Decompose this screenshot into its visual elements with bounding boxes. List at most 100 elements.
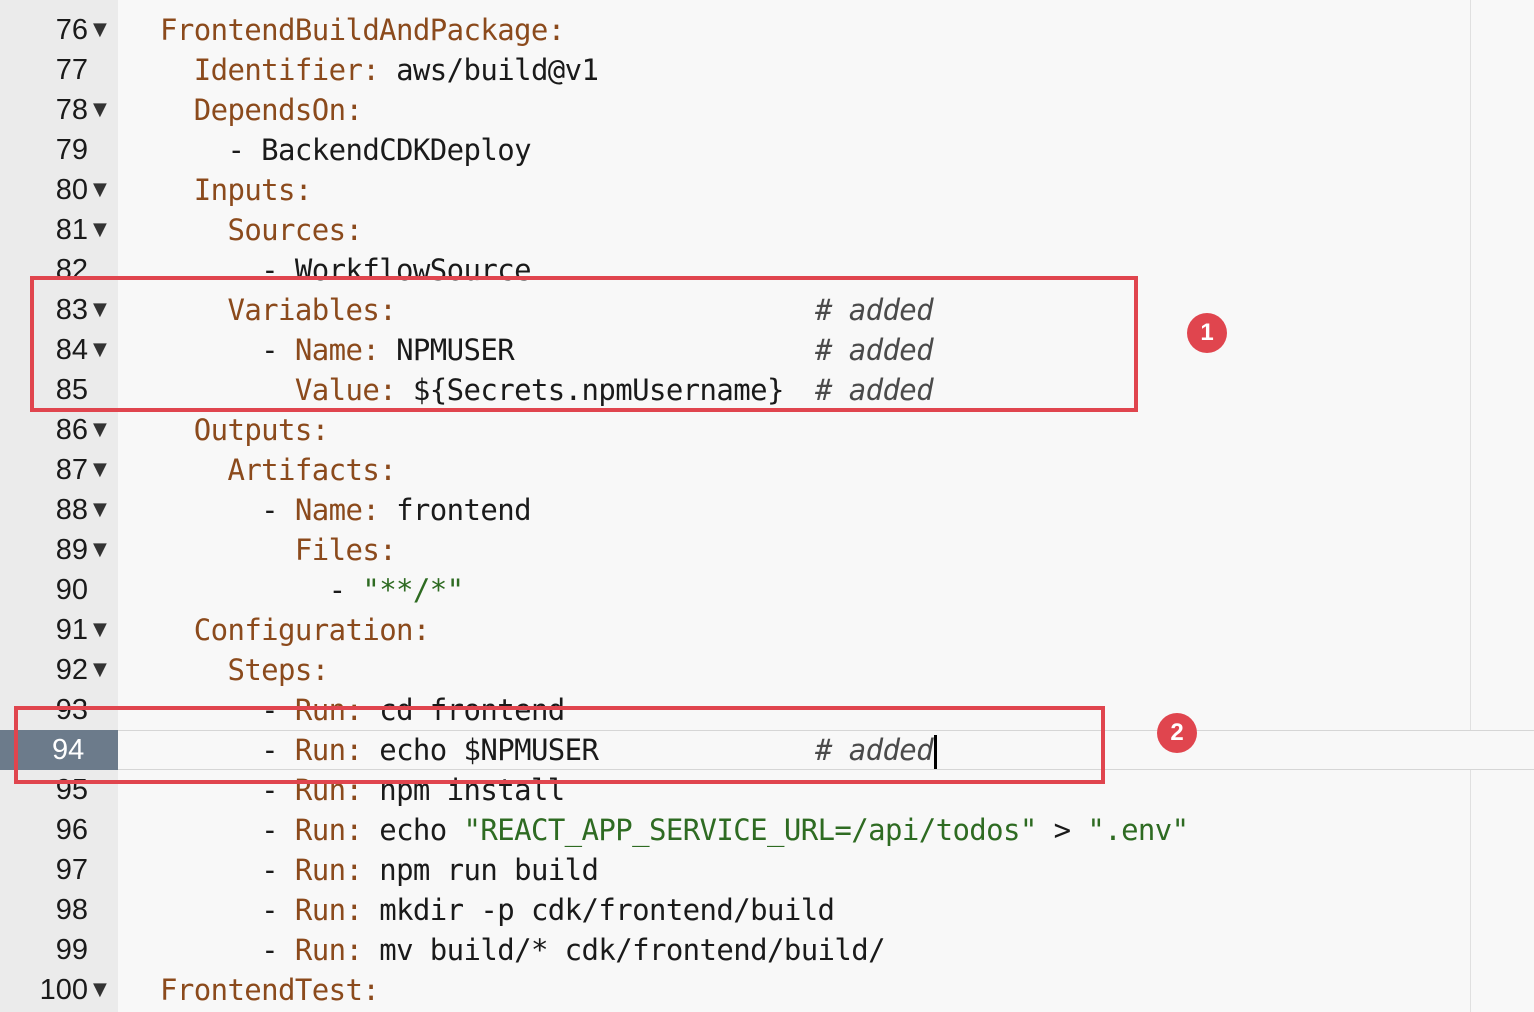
yaml-key: Inputs: [193,173,313,207]
code-line[interactable]: 99 - Run: mv build/* cdk/frontend/build/ [0,930,1534,970]
code-text[interactable]: FrontendBuildAndPackage: [160,10,565,50]
yaml-key: Run: [294,813,363,847]
fold-toggle-icon[interactable]: ▼ [93,650,107,690]
line-number: 97 [55,854,88,886]
code-line[interactable]: 100 ▼ FrontendTest: [0,970,1534,1010]
code-line[interactable]: 76 ▼ FrontendBuildAndPackage: [0,10,1534,50]
line-number: 98 [55,894,88,926]
code-text[interactable]: FrontendTest: [160,970,380,1010]
code-line[interactable]: 87 ▼ Artifacts: [0,450,1534,490]
line-number: 81 [55,214,88,246]
line-number: 89 [55,534,88,566]
code-text[interactable]: - Run: mv build/* cdk/frontend/build/ [160,930,885,970]
yaml-key: Name: [294,493,380,527]
line-number: 80 [55,174,88,206]
callout-box-2 [14,706,1105,784]
code-text[interactable]: Files: [160,530,397,570]
code-editor[interactable]: 76 ▼ FrontendBuildAndPackage: 77 Identifier… [0,0,1534,1012]
line-number: 100 [39,974,88,1006]
yaml-string: ".env" [1087,813,1189,847]
line-number: 88 [55,494,88,526]
fold-toggle-icon[interactable]: ▼ [93,490,107,530]
indent: - [160,813,295,847]
code-text[interactable]: DependsOn: [160,90,363,130]
yaml-key: Run: [294,893,363,927]
line-number: 78 [55,94,88,126]
line-number: 91 [55,614,88,646]
fold-toggle-icon[interactable]: ▼ [93,90,107,130]
code-text[interactable]: Identifier: aws/build@v1 [160,50,599,90]
code-text[interactable]: Sources: [160,210,362,250]
yaml-key: Run: [294,853,363,887]
code-text[interactable]: Configuration: [160,610,431,650]
yaml-string: "REACT_APP_SERVICE_URL=/api/todos" [463,813,1038,847]
code-text[interactable]: - Name: frontend [160,490,531,530]
yaml-key: Sources: [227,213,363,247]
callout-badge-1: 1 [1187,313,1227,353]
code-line[interactable]: 91 ▼ Configuration: [0,610,1534,650]
yaml-key: Outputs: [193,413,329,447]
yaml-key: FrontendTest: [160,973,380,1007]
yaml-key: DependsOn: [193,93,363,127]
indent: - [160,933,295,967]
code-text[interactable]: Steps: [160,650,329,690]
code-line[interactable]: 78 ▼ DependsOn: [0,90,1534,130]
code-line[interactable]: 81 ▼ Sources: [0,210,1534,250]
line-number: 87 [55,454,88,486]
code-line[interactable]: 96 - Run: echo "REACT_APP_SERVICE_URL=/a… [0,810,1534,850]
yaml-key: Run: [294,933,363,967]
code-text[interactable]: Outputs: [160,410,329,450]
code-line[interactable]: 89 ▼ Files: [0,530,1534,570]
yaml-key: Artifacts: [227,453,397,487]
code-line[interactable]: 79 - BackendCDKDeploy [0,130,1534,170]
indent: - [160,133,262,167]
yaml-value: BackendCDKDeploy [261,133,531,167]
code-text[interactable]: Artifacts: [160,450,396,490]
fold-toggle-icon[interactable]: ▼ [93,10,107,50]
code-text[interactable]: - Run: echo "REACT_APP_SERVICE_URL=/api/… [160,810,1189,850]
line-number: 90 [55,574,88,606]
code-line[interactable]: 77 Identifier: aws/build@v1 [0,50,1534,90]
code-text[interactable]: - Run: mkdir -p cdk/frontend/build [160,890,835,930]
indent: - [160,893,295,927]
code-line[interactable]: 80 ▼ Inputs: [0,170,1534,210]
code-text[interactable]: - Run: npm run build [160,850,599,890]
fold-toggle-icon[interactable]: ▼ [93,530,107,570]
fold-toggle-icon[interactable]: ▼ [93,970,107,1010]
fold-toggle-icon[interactable]: ▼ [93,410,107,450]
code-text[interactable]: - BackendCDKDeploy [160,130,531,170]
code-line[interactable]: 88 ▼ - Name: frontend [0,490,1534,530]
fold-toggle-icon[interactable]: ▼ [93,210,107,250]
fold-toggle-icon[interactable]: ▼ [93,170,107,210]
indent: - [160,853,295,887]
yaml-key: Steps: [227,653,329,687]
code-line[interactable]: 92 ▼ Steps: [0,650,1534,690]
indent: - [160,573,363,607]
code-text[interactable]: Inputs: [160,170,313,210]
yaml-value: npm run build [362,853,599,887]
code-line[interactable]: 90 - "**/*" [0,570,1534,610]
fold-toggle-icon[interactable]: ▼ [93,610,107,650]
yaml-key: Identifier: [193,53,380,87]
fold-toggle-icon[interactable]: ▼ [93,450,107,490]
yaml-value: mkdir -p cdk/frontend/build [362,893,835,927]
code-text[interactable]: - "**/*" [160,570,465,610]
yaml-value: frontend [379,493,531,527]
code-line[interactable]: 98 - Run: mkdir -p cdk/frontend/build [0,890,1534,930]
code-line[interactable]: 86 ▼ Outputs: [0,410,1534,450]
callout-box-1 [30,276,1138,412]
yaml-key: Configuration: [193,613,431,647]
yaml-value: "**/*" [362,573,464,607]
line-number: 86 [55,414,88,446]
code-line[interactable]: 97 - Run: npm run build [0,850,1534,890]
indent: - [160,493,295,527]
line-number: 76 [55,14,88,46]
